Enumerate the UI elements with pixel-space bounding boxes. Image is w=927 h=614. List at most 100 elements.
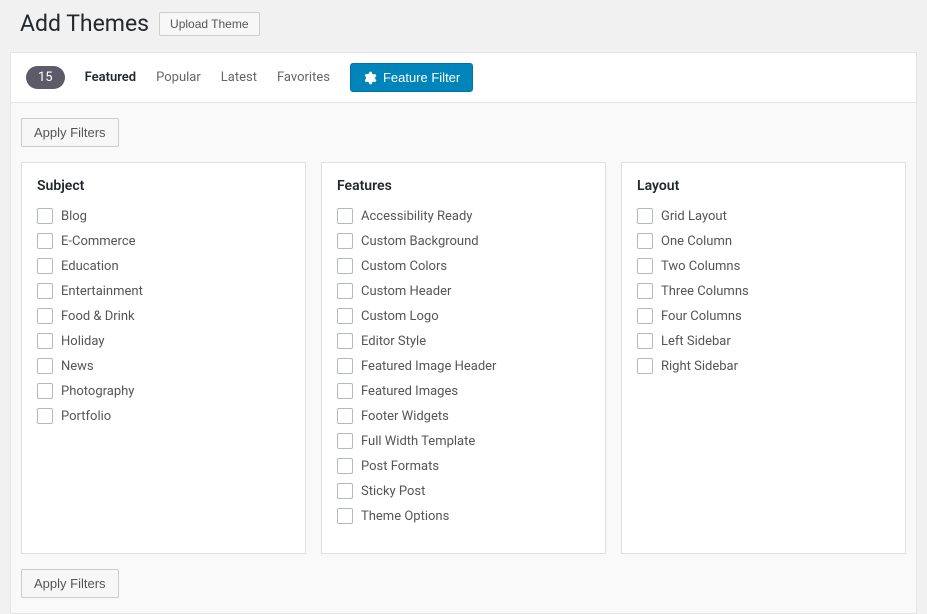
filter-option[interactable]: Left Sidebar: [637, 333, 890, 349]
subject-title: Subject: [37, 178, 290, 194]
filter-checkbox[interactable]: [637, 233, 653, 249]
layout-list: Grid Layout One Column Two Columns Three Co…: [637, 208, 890, 374]
filter-option-label: E-Commerce: [61, 234, 136, 249]
filter-option[interactable]: Grid Layout: [637, 208, 890, 224]
filter-option[interactable]: One Column: [637, 233, 890, 249]
filter-option[interactable]: Accessibility Ready: [337, 208, 590, 224]
filter-option-label: Portfolio: [61, 409, 111, 424]
filter-option-label: Featured Images: [361, 384, 458, 399]
layout-title: Layout: [637, 178, 890, 194]
filter-checkbox[interactable]: [637, 258, 653, 274]
filter-option[interactable]: Custom Background: [337, 233, 590, 249]
filter-option-label: Four Columns: [661, 309, 742, 324]
apply-filters-button-top[interactable]: Apply Filters: [21, 118, 119, 147]
filters-area: Apply Filters Subject Blog E-Commerce Educ…: [10, 103, 917, 614]
tab-favorites[interactable]: Favorites: [277, 70, 330, 85]
filter-checkbox[interactable]: [337, 458, 353, 474]
filter-option[interactable]: Editor Style: [337, 333, 590, 349]
filter-checkbox[interactable]: [37, 258, 53, 274]
filter-checkbox[interactable]: [37, 283, 53, 299]
filter-option[interactable]: Three Columns: [637, 283, 890, 299]
filter-checkbox[interactable]: [337, 208, 353, 224]
filter-checkbox[interactable]: [37, 358, 53, 374]
tab-featured[interactable]: Featured: [85, 70, 137, 85]
filter-option-label: Custom Colors: [361, 259, 447, 274]
filter-checkbox[interactable]: [637, 333, 653, 349]
filter-option[interactable]: Full Width Template: [337, 433, 590, 449]
filter-checkbox[interactable]: [337, 233, 353, 249]
tab-popular[interactable]: Popular: [156, 70, 201, 85]
filter-option[interactable]: Blog: [37, 208, 290, 224]
tab-latest[interactable]: Latest: [221, 70, 257, 85]
apply-filters-button-bottom[interactable]: Apply Filters: [21, 569, 119, 598]
filter-option-label: Photography: [61, 384, 134, 399]
filter-bar: 15 Featured Popular Latest Favorites Fea…: [10, 52, 917, 103]
filter-option[interactable]: Four Columns: [637, 308, 890, 324]
filter-option[interactable]: Holiday: [37, 333, 290, 349]
filter-option[interactable]: Post Formats: [337, 458, 590, 474]
filter-checkbox[interactable]: [337, 433, 353, 449]
filter-checkbox[interactable]: [37, 383, 53, 399]
filter-option[interactable]: Photography: [37, 383, 290, 399]
filter-checkbox[interactable]: [337, 358, 353, 374]
filter-checkbox[interactable]: [637, 358, 653, 374]
filter-checkbox[interactable]: [37, 308, 53, 324]
filter-checkbox[interactable]: [337, 258, 353, 274]
filter-checkbox[interactable]: [337, 283, 353, 299]
filter-checkbox[interactable]: [337, 308, 353, 324]
subject-column: Subject Blog E-Commerce Education Entertain…: [21, 162, 306, 554]
features-title: Features: [337, 178, 590, 194]
filter-option[interactable]: Custom Colors: [337, 258, 590, 274]
filter-checkbox[interactable]: [337, 383, 353, 399]
filter-option[interactable]: Custom Logo: [337, 308, 590, 324]
filter-checkbox[interactable]: [37, 208, 53, 224]
filter-option-label: Education: [61, 259, 119, 274]
filter-option-label: One Column: [661, 234, 732, 249]
filter-option-label: Grid Layout: [661, 209, 727, 224]
filter-option[interactable]: News: [37, 358, 290, 374]
filter-checkbox[interactable]: [337, 508, 353, 524]
filter-option-label: Featured Image Header: [361, 359, 496, 374]
filter-checkbox[interactable]: [637, 283, 653, 299]
filter-option-label: Theme Options: [361, 509, 449, 524]
filter-checkbox[interactable]: [337, 408, 353, 424]
filter-option[interactable]: Footer Widgets: [337, 408, 590, 424]
page-title: Add Themes: [20, 10, 149, 37]
filter-option[interactable]: Featured Images: [337, 383, 590, 399]
page-header: Add Themes Upload Theme: [0, 0, 927, 52]
filter-checkbox[interactable]: [37, 333, 53, 349]
filter-option[interactable]: Featured Image Header: [337, 358, 590, 374]
filter-option-label: Three Columns: [661, 284, 749, 299]
filter-checkbox[interactable]: [337, 483, 353, 499]
filter-option[interactable]: Portfolio: [37, 408, 290, 424]
filter-option-label: Post Formats: [361, 459, 439, 474]
filter-option[interactable]: Entertainment: [37, 283, 290, 299]
filter-option[interactable]: Right Sidebar: [637, 358, 890, 374]
filter-option-label: Editor Style: [361, 334, 426, 349]
layout-column: Layout Grid Layout One Column Two Columns T…: [621, 162, 906, 554]
filter-checkbox[interactable]: [37, 233, 53, 249]
theme-count-badge: 15: [26, 66, 65, 89]
filter-option-label: Accessibility Ready: [361, 209, 472, 224]
filter-option[interactable]: Two Columns: [637, 258, 890, 274]
filter-option[interactable]: Theme Options: [337, 508, 590, 524]
gear-icon: [363, 71, 377, 85]
filter-option[interactable]: E-Commerce: [37, 233, 290, 249]
filter-option-label: News: [61, 359, 94, 374]
filter-checkbox[interactable]: [37, 408, 53, 424]
filter-option[interactable]: Education: [37, 258, 290, 274]
filter-option[interactable]: Custom Header: [337, 283, 590, 299]
filter-checkbox[interactable]: [637, 308, 653, 324]
subject-list: Blog E-Commerce Education Entertainment Food…: [37, 208, 290, 424]
filter-option[interactable]: Sticky Post: [337, 483, 590, 499]
filter-option-label: Two Columns: [661, 259, 740, 274]
filter-option-label: Footer Widgets: [361, 409, 449, 424]
filter-option-label: Right Sidebar: [661, 359, 738, 374]
filter-checkbox[interactable]: [337, 333, 353, 349]
features-column: Features Accessibility Ready Custom Backg…: [321, 162, 606, 554]
upload-theme-button[interactable]: Upload Theme: [159, 12, 260, 36]
feature-filter-button[interactable]: Feature Filter: [350, 63, 473, 92]
filter-option-label: Custom Logo: [361, 309, 439, 324]
filter-option[interactable]: Food & Drink: [37, 308, 290, 324]
filter-checkbox[interactable]: [637, 208, 653, 224]
